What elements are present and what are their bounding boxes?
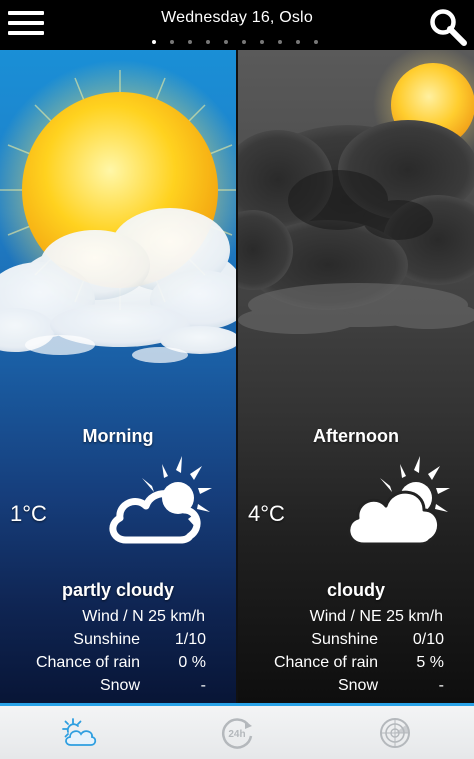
- rain-label: Chance of rain: [35, 654, 140, 671]
- page-dot[interactable]: [170, 40, 174, 44]
- 24h-forecast-icon: 24h: [222, 717, 253, 749]
- afternoon-panel[interactable]: Afternoon 4°C cloudy Wind / NE 25 km/h S…: [238, 50, 474, 703]
- top-bar: Wednesday 16, Oslo: [0, 0, 474, 50]
- page-dot[interactable]: [278, 40, 282, 44]
- sunshine-label: Sunshine: [73, 631, 140, 648]
- snow-row: Snow -: [0, 677, 236, 699]
- rain-row: Chance of rain 0 %: [0, 654, 236, 676]
- page-dot[interactable]: [314, 40, 318, 44]
- page-dot[interactable]: [224, 40, 228, 44]
- wind-label: Wind / N 25 km/h: [82, 608, 205, 625]
- snow-label: Snow: [99, 677, 140, 694]
- page-dot[interactable]: [242, 40, 246, 44]
- morning-panel[interactable]: Morning 1°C partly cloudy Wind / N 25 km…: [0, 50, 236, 703]
- page-dot[interactable]: [188, 40, 192, 44]
- search-icon[interactable]: [428, 7, 468, 47]
- page-title: Wednesday 16, Oslo: [161, 9, 313, 26]
- sunshine-row: Sunshine 1/10: [0, 631, 236, 653]
- condition-label: cloudy: [326, 580, 385, 600]
- tab-today[interactable]: [0, 706, 158, 759]
- wind-label: Wind / NE 25 km/h: [309, 608, 443, 625]
- weather-today-icon: [62, 717, 97, 746]
- wind-row: Wind / NE 25 km/h: [238, 608, 474, 630]
- dark-clouds-image: [238, 50, 474, 334]
- page-dot[interactable]: [206, 40, 210, 44]
- period-label: Morning: [82, 426, 154, 446]
- sunshine-value: 0/10: [412, 631, 444, 648]
- sunshine-value: 1/10: [174, 631, 206, 648]
- rain-value: 0 %: [178, 654, 206, 671]
- rain-row: Chance of rain 5 %: [238, 654, 474, 676]
- snow-value: -: [200, 677, 206, 694]
- page-dot[interactable]: [296, 40, 300, 44]
- period-label: Afternoon: [313, 426, 399, 446]
- wind-row: Wind / N 25 km/h: [0, 608, 236, 630]
- page-dot[interactable]: [152, 40, 156, 44]
- sunshine-label: Sunshine: [311, 631, 378, 648]
- page-dot[interactable]: [260, 40, 264, 44]
- rain-value: 5 %: [416, 654, 444, 671]
- tab-radar[interactable]: [316, 706, 474, 759]
- snow-label: Snow: [337, 677, 378, 694]
- bottom-tab-bar: 24h: [0, 703, 474, 759]
- radar-icon: [380, 717, 410, 748]
- temperature: 4°C: [248, 501, 285, 526]
- sun-behind-clouds-image: [0, 60, 236, 363]
- snow-row: Snow -: [238, 677, 474, 699]
- sunshine-row: Sunshine 0/10: [238, 631, 474, 653]
- tab-24h[interactable]: 24h: [158, 706, 316, 759]
- cloudy-icon: [347, 456, 450, 546]
- rain-label: Chance of rain: [273, 654, 378, 671]
- partly-cloudy-icon: [109, 456, 212, 544]
- temperature: 1°C: [10, 501, 47, 526]
- svg-text:24h: 24h: [228, 729, 245, 740]
- snow-value: -: [438, 677, 444, 694]
- condition-label: partly cloudy: [61, 580, 175, 600]
